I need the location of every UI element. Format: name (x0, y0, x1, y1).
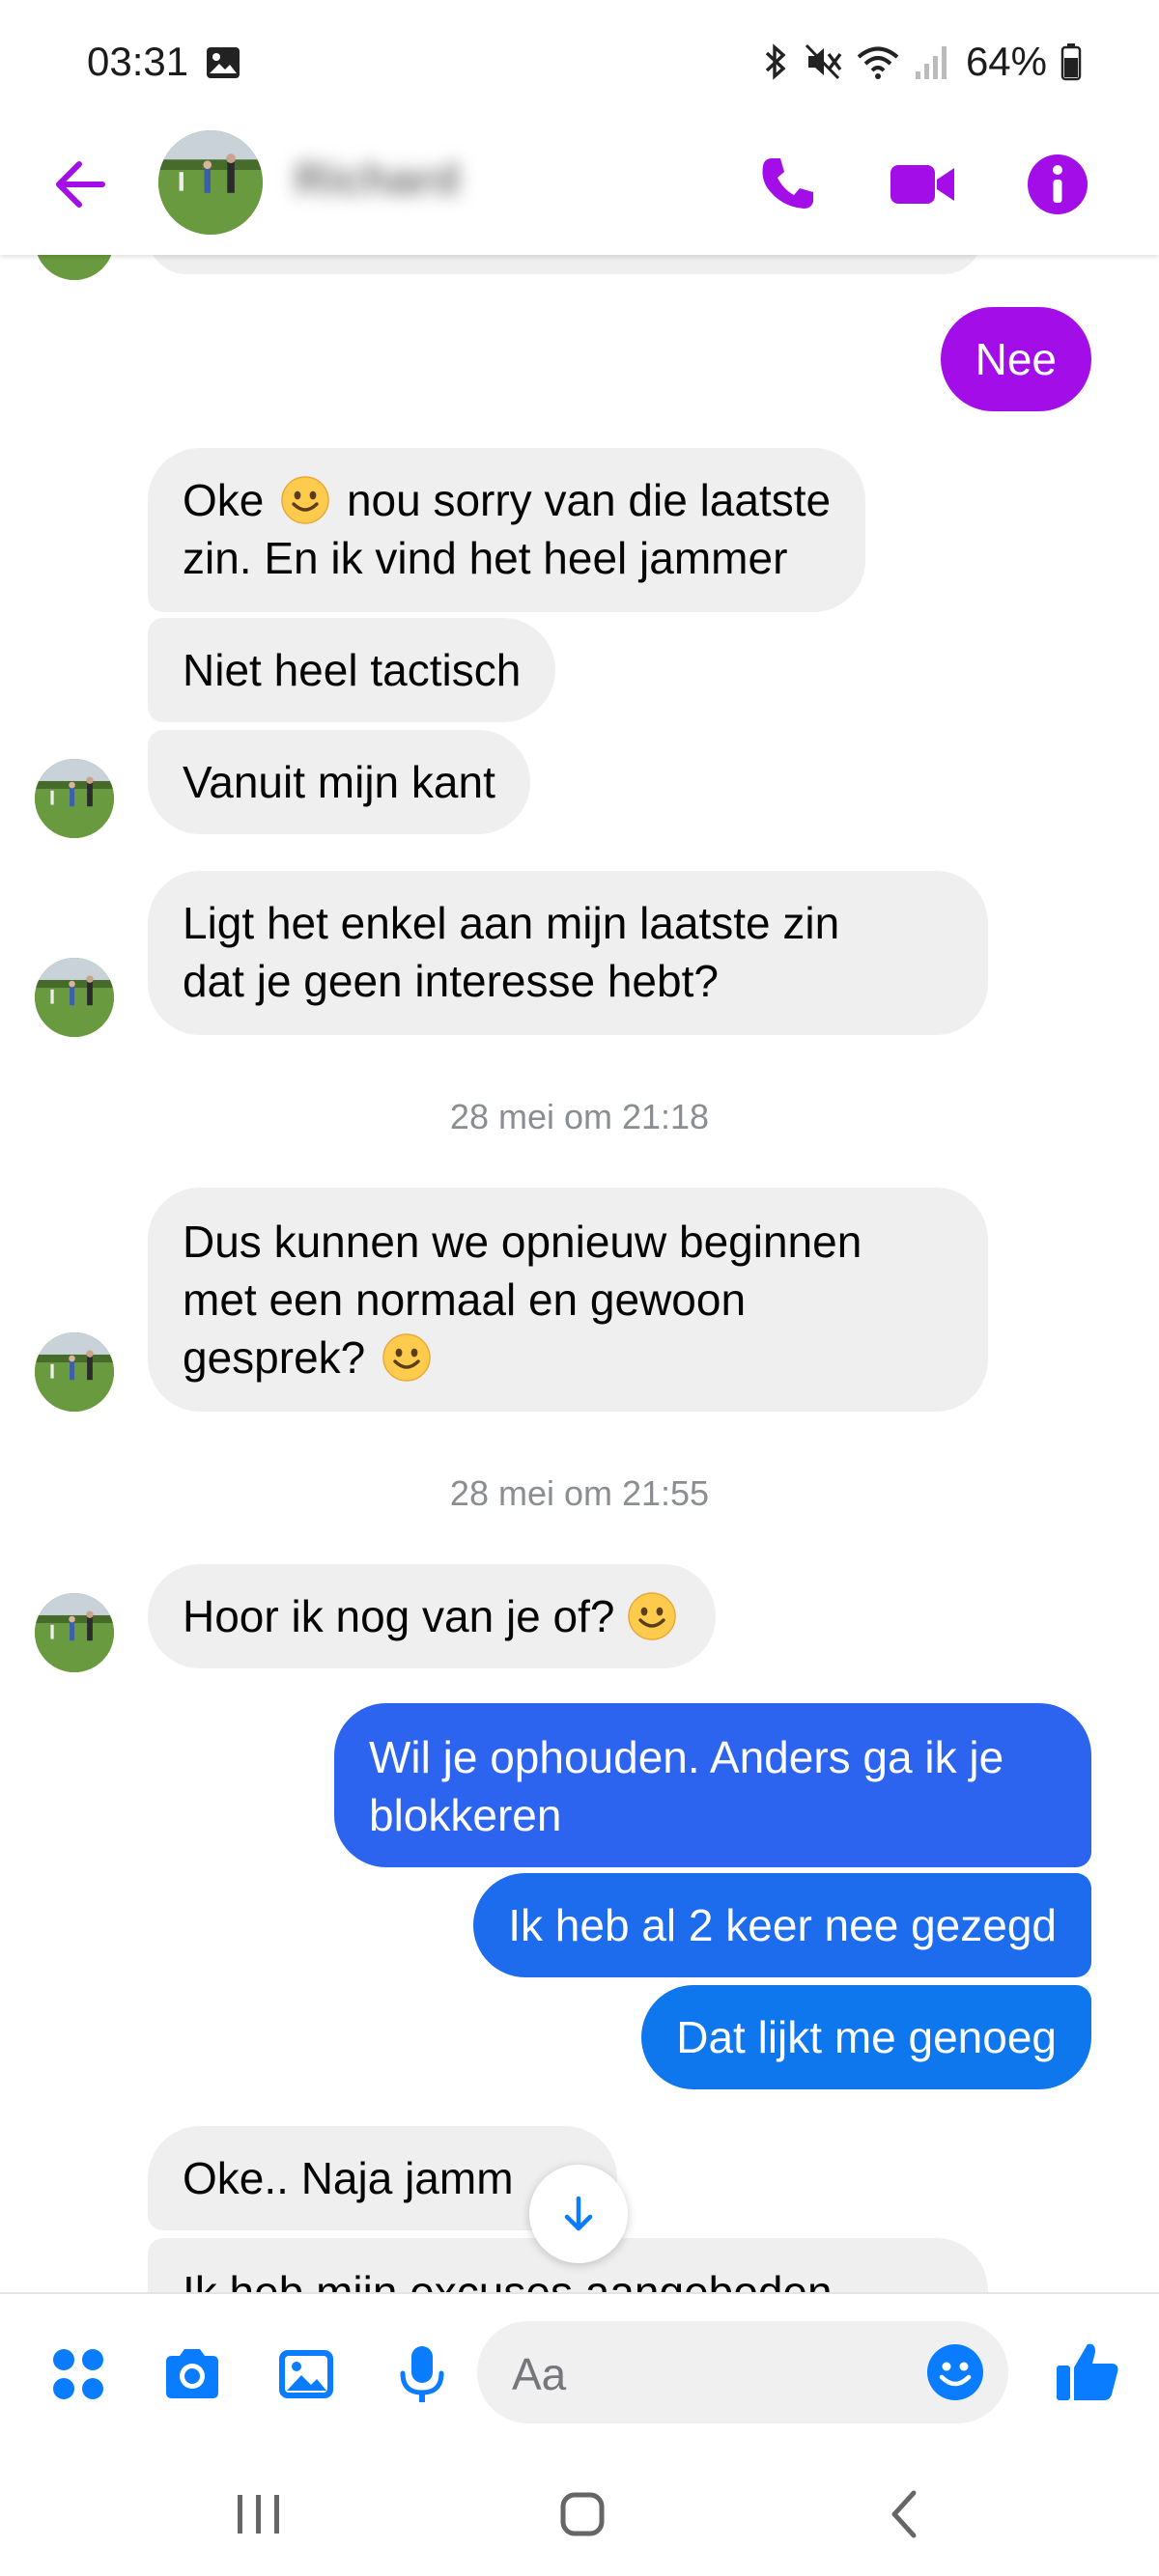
contact-avatar-small (35, 1593, 114, 1672)
back-nav-icon[interactable] (877, 2485, 935, 2543)
message-text: gesprek? (183, 1332, 366, 1383)
message-text: Dus kunnen we opnieuw beginnen (183, 1217, 862, 1267)
smiling-face-emoji-icon (627, 1591, 677, 1641)
message-text: Oke.. Naja jamm (183, 2153, 514, 2203)
outgoing-message[interactable]: Nee (940, 307, 1091, 411)
message-text: blokkeren (369, 1790, 562, 1840)
arrow-down-icon (564, 2196, 593, 2231)
emoji-picker-icon[interactable] (925, 2342, 985, 2402)
contact-avatar-small (35, 759, 114, 838)
status-time: 03:31 (87, 39, 189, 84)
message-text: Vanuit mijn kant (183, 757, 495, 807)
message-text: Ik heb mijn excuses aangeboden (183, 2267, 833, 2292)
back-arrow-icon[interactable] (48, 151, 116, 218)
wifi-icon (857, 46, 899, 79)
message-text: Nee (975, 334, 1057, 384)
incoming-message[interactable]: Dus kunnen we opnieuw beginnen met een n… (148, 1188, 988, 1412)
gallery-icon[interactable] (274, 2342, 338, 2406)
recent-apps-icon[interactable] (230, 2485, 288, 2543)
message-text: Ik heb al 2 keer nee gezegd (508, 1900, 1057, 1950)
status-bar: 03:31 64% (0, 0, 1159, 126)
contact-avatar-small (35, 958, 114, 1037)
status-indicators: 64% (761, 39, 1082, 85)
message-text: met een normaal en gewoon (183, 1274, 747, 1325)
outgoing-message[interactable]: Wil je ophouden. Anders ga ik je blokker… (334, 1703, 1091, 1867)
incoming-message[interactable]: Hoor ik nog van je of? (148, 1564, 716, 1668)
message-text: Wil je ophouden. Anders ga ik je (369, 1732, 1004, 1782)
message-timestamp: 28 mei om 21:18 (449, 1097, 710, 1136)
mute-icon (805, 43, 842, 80)
phone-call-icon[interactable] (751, 149, 823, 220)
incoming-message[interactable]: Oke nou sorry van die laatste zin. En ik… (148, 448, 866, 612)
signal-icon (915, 46, 947, 79)
message-text: dat je geen interesse hebt? (183, 956, 719, 1006)
message-input[interactable]: Aa (477, 2321, 1008, 2423)
battery-percentage: 64% (965, 39, 1047, 84)
contact-avatar-small (35, 255, 114, 280)
home-icon[interactable] (553, 2485, 611, 2543)
message-text: Hoor ik nog van je of? (183, 1591, 615, 1641)
message-text: Dat lijkt me genoeg (676, 2012, 1057, 2062)
message-text: zin. En ik vind het heel jammer (183, 533, 788, 583)
gallery-notification-icon (207, 47, 240, 78)
message-list[interactable]: Nee Oke nou sorry van die laatste zin. E… (0, 255, 1159, 2292)
message-text: nou sorry van die laatste (346, 475, 832, 525)
contact-avatar[interactable] (158, 130, 263, 235)
message-bubble-partial[interactable] (148, 255, 982, 274)
bluetooth-icon (765, 43, 786, 80)
smiling-face-emoji-icon (382, 1332, 432, 1383)
message-composer: Aa (0, 2292, 1159, 2447)
conversation-header: Richard (0, 126, 1159, 255)
message-timestamp: 28 mei om 21:55 (449, 1473, 710, 1513)
incoming-message[interactable]: Ligt het enkel aan mijn laatste zin dat … (148, 871, 988, 1035)
microphone-icon[interactable] (390, 2342, 454, 2406)
battery-icon (1060, 43, 1082, 81)
message-input-placeholder: Aa (512, 2349, 567, 2399)
outgoing-message[interactable]: Ik heb al 2 keer nee gezegd (473, 1873, 1091, 1977)
more-actions-icon[interactable] (46, 2342, 110, 2406)
contact-avatar-small (35, 1332, 114, 1412)
outgoing-message[interactable]: Dat lijkt me genoeg (641, 1985, 1091, 2089)
incoming-message[interactable]: Niet heel tactisch (148, 618, 556, 722)
system-navigation-bar (0, 2447, 1159, 2576)
incoming-message[interactable]: Vanuit mijn kant (148, 730, 530, 834)
message-text: Ligt het enkel aan mijn laatste zin (183, 898, 840, 948)
info-icon[interactable] (1022, 149, 1093, 220)
like-thumbs-up-icon[interactable] (1053, 2337, 1122, 2406)
smiling-face-emoji-icon (280, 475, 330, 525)
video-call-icon[interactable] (887, 149, 958, 220)
camera-icon[interactable] (160, 2342, 224, 2406)
contact-name[interactable]: Richard (295, 153, 460, 205)
message-text: Niet heel tactisch (183, 645, 522, 695)
message-text: Oke (183, 475, 265, 525)
scroll-to-bottom-button[interactable] (529, 2165, 628, 2263)
